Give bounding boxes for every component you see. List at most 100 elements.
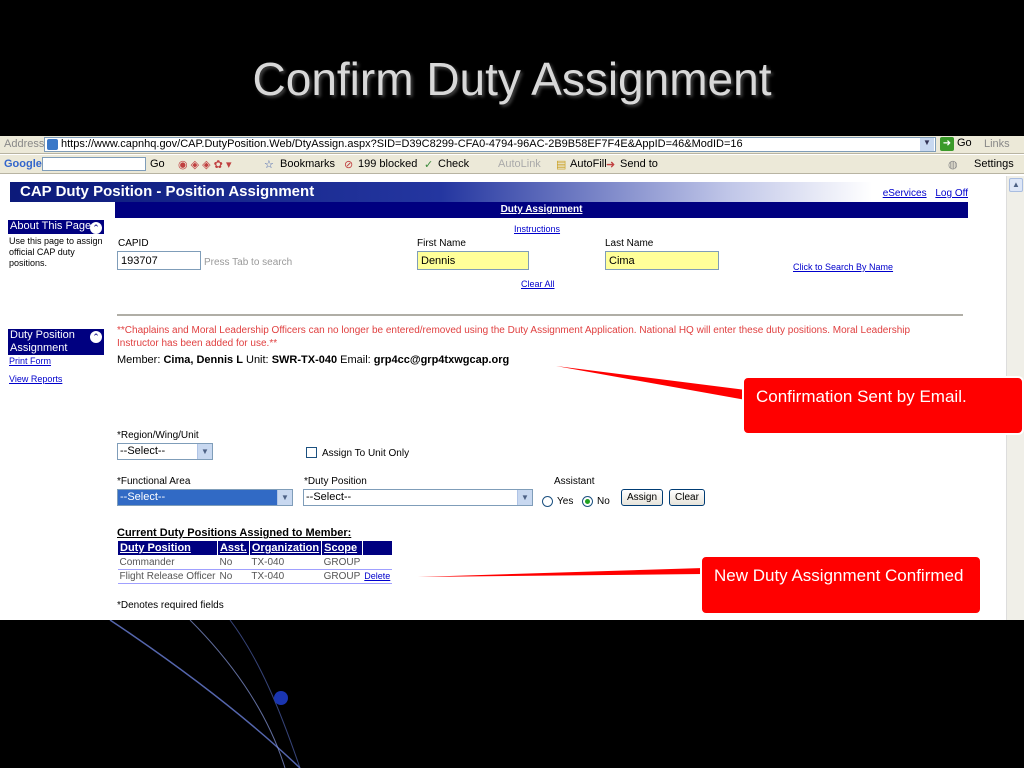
view-reports-link[interactable]: View Reports	[9, 374, 62, 384]
search-by-name-link[interactable]: Click to Search By Name	[793, 262, 893, 272]
go-button[interactable]: ➜ Go	[940, 137, 972, 151]
duty-position-select[interactable]: --Select-- ▼	[303, 489, 533, 506]
cell-org: TX-040	[249, 569, 322, 584]
check-button[interactable]: Check	[438, 158, 469, 170]
print-form-link[interactable]: Print Form	[9, 356, 51, 366]
table-row: Commander No TX-040 GROUP	[117, 555, 393, 570]
current-positions-title: Current Duty Positions Assigned to Membe…	[117, 527, 352, 539]
member-label: Member:	[117, 354, 161, 366]
autofill-icon: ▤	[556, 159, 567, 171]
assistant-no-radio[interactable]	[582, 496, 593, 507]
assistant-no-label: No	[597, 496, 610, 507]
settings-button[interactable]: Settings	[974, 158, 1014, 170]
links-button[interactable]: Links	[984, 138, 1010, 150]
required-note: *Denotes required fields	[117, 600, 224, 611]
slide-title: Confirm Duty Assignment	[252, 53, 772, 105]
spellcheck-icon: ✓	[424, 159, 434, 171]
email-callout-text: Confirmation Sent by Email.	[756, 387, 967, 406]
last-name-input[interactable]	[605, 251, 719, 270]
go-arrow-icon: ➜	[940, 137, 954, 151]
member-name: Cima, Dennis L	[163, 354, 243, 366]
sidebar-about-text: Use this page to assign official CAP dut…	[9, 236, 103, 268]
collapse-icon[interactable]: ⌃	[90, 222, 102, 234]
assistant-yes-label: Yes	[557, 496, 574, 507]
region-select[interactable]: --Select-- ▼	[117, 443, 213, 460]
blocked-count[interactable]: 199 blocked	[358, 158, 417, 170]
member-info: Member: Cima, Dennis L Unit: SWR-TX-040 …	[117, 354, 509, 366]
page-header: CAP Duty Position - Position Assignment …	[10, 182, 968, 202]
confirmed-callout-text: New Duty Assignment Confirmed	[714, 566, 964, 585]
table-row: Flight Release Officer No TX-040 GROUP D…	[117, 569, 393, 584]
assign-unit-only-label: Assign To Unit Only	[322, 448, 410, 459]
section-header: Duty Assignment	[115, 202, 968, 218]
slide-decoration	[0, 620, 1024, 768]
page-icon	[47, 139, 58, 150]
address-label: Address	[4, 138, 45, 150]
chevron-down-icon[interactable]: ▼	[920, 138, 934, 151]
cell-position: Flight Release Officer	[117, 569, 218, 584]
clear-all-link[interactable]: Clear All	[521, 279, 555, 289]
assign-button[interactable]: Assign	[621, 489, 664, 506]
bookmarks-button[interactable]: Bookmarks	[280, 158, 335, 170]
autolink-button[interactable]: AutoLink	[498, 158, 541, 170]
table-header-row: Duty Position Asst. Organization Scope	[117, 540, 393, 556]
functional-area-label: *Functional Area	[117, 476, 191, 487]
column-header-action	[361, 540, 393, 556]
capid-input[interactable]	[117, 251, 201, 270]
send-to-button[interactable]: Send to	[620, 158, 658, 170]
url-input[interactable]: https://www.capnhq.gov/CAP.DutyPosition.…	[44, 137, 936, 152]
assign-unit-only-checkbox[interactable]	[306, 447, 317, 458]
google-search-input[interactable]	[42, 157, 146, 171]
region-label: *Region/Wing/Unit	[117, 430, 199, 441]
cell-position: Commander	[117, 555, 218, 570]
assistant-yes-radio[interactable]	[542, 496, 553, 507]
sidebar-duty-header[interactable]: Duty Position Assignment ⌃	[8, 329, 104, 355]
toolbar-icons[interactable]: ◉ ◈ ◈ ✿ ▾	[178, 158, 231, 171]
google-logo: Google	[4, 158, 42, 170]
instructions-link[interactable]: Instructions	[514, 224, 560, 234]
chevron-down-icon: ▼	[277, 490, 292, 505]
cell-scope: GROUP	[321, 555, 363, 570]
column-header[interactable]: Duty Position	[117, 540, 218, 556]
delete-link[interactable]: Delete	[364, 571, 390, 581]
first-name-input[interactable]	[417, 251, 529, 270]
header-links: eServices Log Off	[877, 188, 968, 199]
capid-label: CAPID	[118, 238, 149, 249]
scroll-up-icon[interactable]: ▲	[1009, 178, 1023, 192]
column-header[interactable]: Scope	[321, 540, 363, 556]
unit-label: Unit:	[246, 354, 269, 366]
address-bar: Address https://www.capnhq.gov/CAP.DutyP…	[0, 136, 1024, 154]
unit-value: SWR-TX-040	[271, 354, 338, 366]
settings-icon: ◍	[948, 159, 958, 171]
current-positions-table: Duty Position Asst. Organization Scope C…	[117, 540, 393, 584]
duty-position-value: --Select--	[306, 491, 352, 503]
cell-org: TX-040	[249, 555, 322, 570]
cell-action	[362, 555, 393, 570]
collapse-icon[interactable]: ⌃	[90, 331, 102, 343]
assistant-label: Assistant	[554, 476, 595, 487]
confirmed-callout: New Duty Assignment Confirmed	[700, 555, 982, 615]
popup-blocker-icon: ⊘	[344, 159, 354, 171]
google-toolbar: Google Go ◉ ◈ ◈ ✿ ▾ ☆ Bookmarks ⊘ 199 bl…	[0, 155, 1024, 174]
functional-area-select[interactable]: --Select-- ▼	[117, 489, 293, 506]
email-callout: Confirmation Sent by Email.	[742, 376, 1024, 435]
sidebar-about-header[interactable]: About This Page ⌃	[8, 220, 104, 234]
email-value: grp4cc@grp4txwgcap.org	[373, 354, 510, 366]
functional-area-value: --Select--	[120, 491, 166, 503]
autofill-button[interactable]: AutoFill	[570, 158, 607, 170]
search-go-button[interactable]: Go	[150, 158, 165, 170]
eservices-link[interactable]: eServices	[883, 188, 927, 199]
email-label: Email:	[340, 354, 371, 366]
region-select-value: --Select--	[120, 445, 166, 457]
column-header[interactable]: Organization	[248, 540, 323, 556]
duty-position-label: *Duty Position	[304, 476, 367, 487]
sidebar-about-title: About This Page	[10, 220, 92, 232]
sidebar-duty-title: Duty Position Assignment	[10, 329, 75, 354]
chevron-down-icon: ▼	[517, 490, 532, 505]
clear-button[interactable]: Clear	[669, 489, 705, 506]
star-icon: ☆	[264, 159, 274, 171]
send-to-icon: ➜	[606, 159, 616, 171]
logoff-link[interactable]: Log Off	[935, 188, 968, 199]
column-header[interactable]: Asst.	[216, 540, 250, 556]
first-name-label: First Name	[417, 238, 466, 249]
